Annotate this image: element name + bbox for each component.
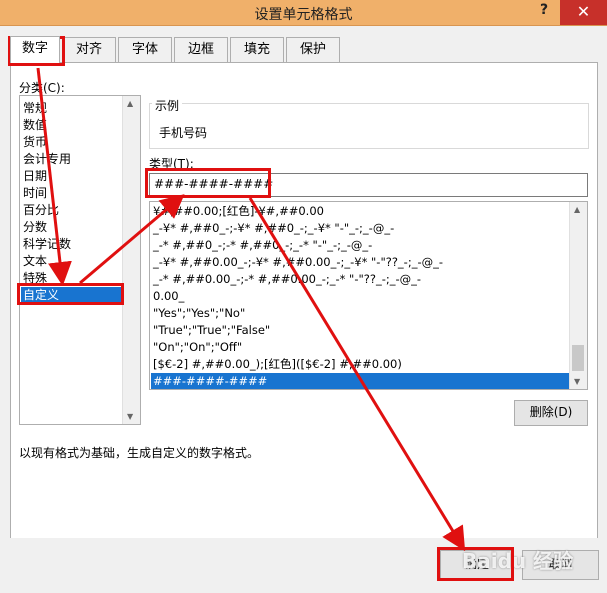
annotation-arrows [36,67,466,552]
arrow-to-type-input [79,194,185,285]
arrow-to-ok [248,197,466,552]
tab-number[interactable]: 数字 [10,36,60,63]
arrow-to-custom [36,67,72,286]
